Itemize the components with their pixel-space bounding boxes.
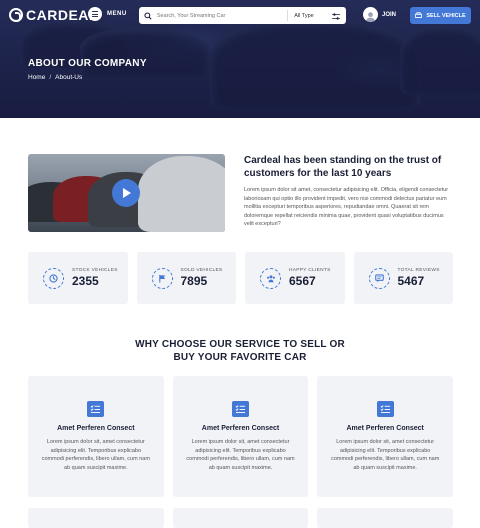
stat-label: STOCK VEHICLES bbox=[72, 268, 118, 273]
car-icon bbox=[415, 12, 423, 19]
section-heading: WHY CHOOSE OUR SERVICE TO SELL OR BUY YO… bbox=[0, 338, 480, 364]
breadcrumb-separator: / bbox=[49, 74, 52, 81]
stat-label: SOLD VEHICLES bbox=[180, 268, 223, 273]
about-heading: Cardeal has been standing on the trust o… bbox=[244, 155, 442, 179]
feature-title: Amet Perferen Consect bbox=[346, 425, 424, 432]
hero-banner: CARDEAL MENU All Type JOIN SELL VEHICLE bbox=[0, 0, 480, 118]
feature-title: Amet Perferen Consect bbox=[201, 425, 280, 432]
flag-icon bbox=[151, 267, 173, 289]
feature-text: Lorem ipsum dolor sit, amet consectetur … bbox=[41, 439, 150, 471]
stat-label: HAPPY CLIENTS bbox=[289, 268, 331, 273]
join-label: JOIN bbox=[382, 11, 397, 18]
feature-cards: Amet Perferen Consect Lorem ipsum dolor … bbox=[28, 376, 454, 497]
clock-icon bbox=[43, 267, 64, 289]
user-icon bbox=[363, 7, 378, 22]
feature-text: Lorem ipsum dolor sit, amet consectetur … bbox=[331, 439, 440, 471]
feature-cards-row-2 bbox=[28, 508, 454, 528]
search-bar: All Type bbox=[139, 7, 346, 24]
feature-text: Lorem ipsum dolor sit, amet consectetur … bbox=[186, 439, 295, 471]
feature-card: Amet Perferen Consect Lorem ipsum dolor … bbox=[317, 376, 454, 497]
feature-card bbox=[28, 508, 164, 528]
feature-card bbox=[172, 508, 309, 528]
stat-value: 5467 bbox=[397, 274, 425, 288]
stat-card: TOTAL REVIEWS 5467 bbox=[353, 252, 453, 304]
feature-card: Amet Perferen Consect Lorem ipsum dolor … bbox=[28, 376, 164, 497]
about-section: Cardeal has been standing on the trust o… bbox=[28, 154, 453, 234]
stat-card: SOLD VEHICLES 7895 bbox=[136, 252, 236, 304]
stat-value: 6567 bbox=[289, 274, 316, 288]
feature-title: Amet Perferen Consect bbox=[57, 425, 135, 432]
about-text: Lorem ipsum dolor sit amet, consectetur … bbox=[244, 187, 449, 228]
hamburger-icon bbox=[88, 7, 102, 21]
sell-vehicle-label: SELL VEHICLE bbox=[426, 12, 466, 19]
feature-card bbox=[317, 508, 454, 528]
checklist-icon bbox=[232, 401, 249, 417]
search-input[interactable] bbox=[156, 12, 277, 19]
menu-button[interactable]: MENU bbox=[88, 7, 127, 21]
stat-card: HAPPY CLIENTS 6567 bbox=[245, 252, 345, 304]
type-select[interactable]: All Type bbox=[294, 13, 332, 19]
filter-icon[interactable] bbox=[332, 7, 340, 25]
chat-icon bbox=[368, 267, 390, 289]
stats-row: STOCK VEHICLES 2355 SOLD VEHICLES 7895 H… bbox=[28, 252, 453, 304]
sell-vehicle-button[interactable]: SELL VEHICLE bbox=[410, 7, 471, 24]
stat-value: 7895 bbox=[180, 274, 208, 288]
stat-card: STOCK VEHICLES 2355 bbox=[28, 252, 128, 304]
section-heading-line: BUY YOUR FAVORITE CAR bbox=[173, 352, 307, 363]
car-image bbox=[138, 156, 225, 232]
search-divider bbox=[287, 10, 289, 21]
logo-icon bbox=[9, 8, 23, 22]
breadcrumb-home[interactable]: Home bbox=[28, 74, 45, 81]
breadcrumb-current: About-Us bbox=[55, 74, 83, 81]
breadcrumb: Home / About-Us bbox=[28, 74, 82, 81]
page-title: ABOUT OUR COMPANY bbox=[28, 58, 147, 69]
section-heading-line: WHY CHOOSE OUR SERVICE TO SELL OR bbox=[135, 339, 345, 350]
search-icon bbox=[139, 11, 157, 20]
menu-label: MENU bbox=[107, 11, 127, 17]
stat-value: 2355 bbox=[72, 274, 99, 288]
play-button[interactable] bbox=[112, 179, 140, 207]
feature-card: Amet Perferen Consect Lorem ipsum dolor … bbox=[172, 376, 309, 497]
video-thumbnail[interactable] bbox=[28, 154, 225, 232]
top-navbar: CARDEAL MENU All Type JOIN SELL VEHICLE bbox=[0, 5, 480, 27]
checklist-icon bbox=[376, 401, 394, 417]
logo[interactable]: CARDEAL bbox=[9, 7, 98, 23]
stat-label: TOTAL REVIEWS bbox=[397, 268, 440, 273]
users-icon bbox=[260, 267, 281, 289]
checklist-icon bbox=[87, 401, 105, 417]
join-button[interactable]: JOIN bbox=[363, 7, 396, 22]
